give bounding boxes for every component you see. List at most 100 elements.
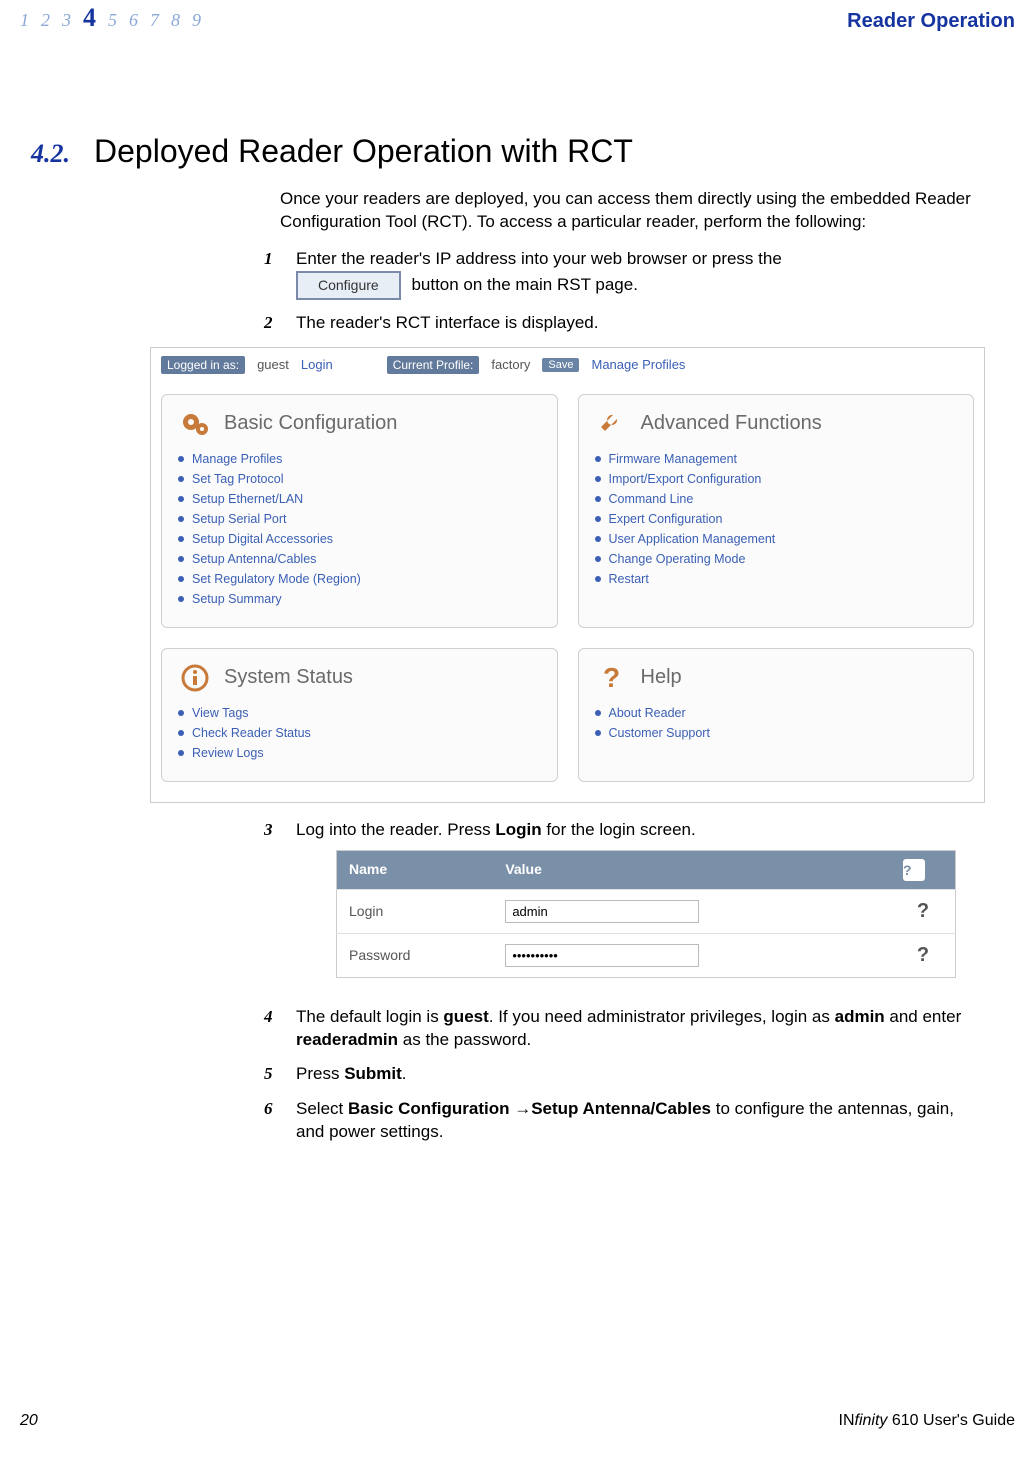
step-number: 2 <box>264 312 278 335</box>
panel-link[interactable]: Review Logs <box>178 743 541 763</box>
info-icon <box>178 661 212 695</box>
login-table: Name Value ? Login ? Password ? <box>336 850 956 978</box>
help-icon[interactable]: ? <box>891 933 956 977</box>
panel-link[interactable]: Set Regulatory Mode (Region) <box>178 569 541 589</box>
panel-link-label: Change Operating Mode <box>609 552 746 566</box>
bullet-icon <box>178 596 184 602</box>
step-number: 6 <box>264 1098 278 1144</box>
bullet-icon <box>595 456 601 462</box>
panel-link[interactable]: About Reader <box>595 703 958 723</box>
chapter-link-7[interactable]: 7 <box>150 10 159 31</box>
login-input[interactable] <box>505 900 699 923</box>
panel-link[interactable]: Restart <box>595 569 958 589</box>
step-2-text: The reader's RCT interface is displayed. <box>296 312 598 335</box>
panel-link[interactable]: Expert Configuration <box>595 509 958 529</box>
panel-link[interactable]: User Application Management <box>595 529 958 549</box>
bullet-icon <box>595 516 601 522</box>
panel-link-label: Setup Antenna/Cables <box>192 552 316 566</box>
panel-link[interactable]: Firmware Management <box>595 449 958 469</box>
chapter-link-8[interactable]: 8 <box>171 10 180 31</box>
step-number: 3 <box>264 819 278 994</box>
panel-link[interactable]: View Tags <box>178 703 541 723</box>
page-number: 20 <box>20 1412 38 1430</box>
panel-link[interactable]: Manage Profiles <box>178 449 541 469</box>
chapter-link-2[interactable]: 2 <box>41 10 50 31</box>
section-number: 4.2. <box>20 139 70 169</box>
header-title: Reader Operation <box>847 10 1015 33</box>
login-label: Login <box>337 889 494 933</box>
bullet-icon <box>595 710 601 716</box>
panel-link[interactable]: Setup Antenna/Cables <box>178 549 541 569</box>
profile-label: Current Profile: <box>387 356 480 374</box>
panel-link[interactable]: Change Operating Mode <box>595 549 958 569</box>
panel-link[interactable]: Setup Summary <box>178 589 541 609</box>
chapter-link-3[interactable]: 3 <box>62 10 71 31</box>
panel-link[interactable]: Setup Digital Accessories <box>178 529 541 549</box>
step-4-text: The default login is guest. If you need … <box>296 1006 985 1052</box>
panel-link-label: Setup Serial Port <box>192 512 287 526</box>
panel-link-label: Check Reader Status <box>192 726 311 740</box>
panel-title: Help <box>641 666 682 689</box>
bullet-icon <box>595 556 601 562</box>
bullet-icon <box>178 536 184 542</box>
basic-config-panel: Basic Configuration Manage Profiles Set T… <box>161 394 558 628</box>
chapter-link-6[interactable]: 6 <box>129 10 138 31</box>
save-button[interactable]: Save <box>542 358 579 372</box>
system-status-panel: System Status View Tags Check Reader Stat… <box>161 648 558 782</box>
chapter-link-9[interactable]: 9 <box>192 10 201 31</box>
bullet-icon <box>178 496 184 502</box>
panel-link-label: Import/Export Configuration <box>609 472 762 486</box>
step-number: 4 <box>264 1006 278 1052</box>
bullet-icon <box>178 576 184 582</box>
page-footer: 20 INfinity 610 User's Guide <box>20 1412 1015 1430</box>
panel-link-label: User Application Management <box>609 532 776 546</box>
bullet-icon <box>178 750 184 756</box>
bullet-icon <box>178 730 184 736</box>
bullet-icon <box>178 516 184 522</box>
panel-link-label: Setup Digital Accessories <box>192 532 333 546</box>
step-3-text: Log into the reader. Press Login for the… <box>296 819 956 994</box>
panel-link-label: Review Logs <box>192 746 264 760</box>
logged-in-user: guest <box>257 357 289 372</box>
profile-value: factory <box>491 357 530 372</box>
chapter-link-5[interactable]: 5 <box>108 10 117 31</box>
bullet-icon <box>178 710 184 716</box>
bullet-icon <box>595 536 601 542</box>
panel-link[interactable]: Import/Export Configuration <box>595 469 958 489</box>
step-number: 1 <box>264 248 278 300</box>
chapter-link-1[interactable]: 1 <box>20 10 29 31</box>
bullet-icon <box>178 476 184 482</box>
manage-profiles-link[interactable]: Manage Profiles <box>591 357 685 372</box>
panel-link[interactable]: Setup Serial Port <box>178 509 541 529</box>
col-name: Name <box>337 850 494 889</box>
intro-paragraph: Once your readers are deployed, you can … <box>280 188 985 234</box>
panel-link-label: Command Line <box>609 492 694 506</box>
panel-link[interactable]: Set Tag Protocol <box>178 469 541 489</box>
panel-link-label: Firmware Management <box>609 452 738 466</box>
col-help: ? <box>891 850 956 889</box>
bullet-icon <box>595 730 601 736</box>
panel-title: Basic Configuration <box>224 412 397 435</box>
panel-link[interactable]: Setup Ethernet/LAN <box>178 489 541 509</box>
help-panel: ? Help About ReaderCustomer Support <box>578 648 975 782</box>
panel-link[interactable]: Check Reader Status <box>178 723 541 743</box>
panel-link[interactable]: Customer Support <box>595 723 958 743</box>
page-header: 1 2 3 4 5 6 7 8 9 Reader Operation <box>20 10 1015 33</box>
help-icon[interactable]: ? <box>891 889 956 933</box>
panel-link-label: Set Tag Protocol <box>192 472 284 486</box>
gears-icon <box>178 407 212 441</box>
panel-title: System Status <box>224 666 353 689</box>
panel-link-label: Set Regulatory Mode (Region) <box>192 572 361 586</box>
bullet-icon <box>178 556 184 562</box>
password-input[interactable] <box>505 944 699 967</box>
rct-screenshot: Logged in as: guest Login Current Profil… <box>150 347 985 803</box>
panel-link-label: Restart <box>609 572 649 586</box>
configure-button[interactable]: Configure <box>296 271 401 300</box>
password-label: Password <box>337 933 494 977</box>
chapter-link-4[interactable]: 4 <box>83 10 96 31</box>
login-link[interactable]: Login <box>301 357 333 372</box>
panel-link[interactable]: Command Line <box>595 489 958 509</box>
chapter-nav: 1 2 3 4 5 6 7 8 9 <box>20 10 201 31</box>
bullet-icon <box>595 576 601 582</box>
col-value: Value <box>493 850 891 889</box>
